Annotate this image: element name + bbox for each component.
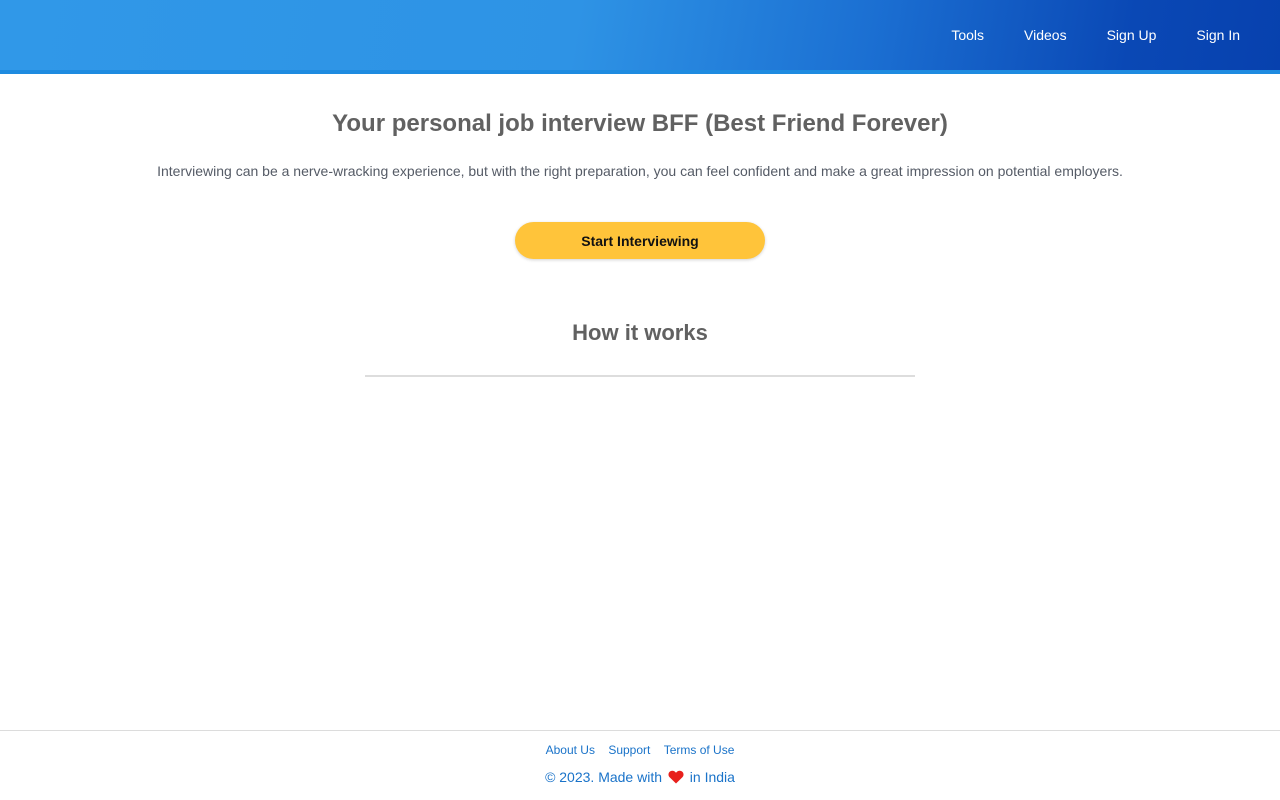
- main-nav: Tools Videos Sign Up Sign In: [911, 0, 1240, 70]
- nav-link-sign-up[interactable]: Sign Up: [1107, 27, 1157, 43]
- hero-title: Your personal job interview BFF (Best Fr…: [332, 110, 948, 137]
- nav-link-videos[interactable]: Videos: [1024, 27, 1067, 43]
- start-interviewing-button[interactable]: Start Interviewing: [515, 222, 765, 259]
- how-it-works-title: How it works: [572, 320, 708, 345]
- footer-link-support[interactable]: Support: [608, 743, 650, 757]
- footer-links: About Us Support Terms of Use: [0, 743, 1280, 757]
- section-divider: [365, 375, 915, 377]
- footer-copyright: © 2023. Made with in India: [0, 769, 1280, 785]
- hero-subtitle: Interviewing can be a nerve-wracking exp…: [157, 163, 1123, 179]
- heart-icon: [668, 770, 684, 784]
- footer-link-terms-of-use[interactable]: Terms of Use: [664, 743, 735, 757]
- top-header: Tools Videos Sign Up Sign In: [0, 0, 1280, 74]
- footer: About Us Support Terms of Use © 2023. Ma…: [0, 730, 1280, 800]
- footer-link-about-us[interactable]: About Us: [546, 743, 595, 757]
- page: Tools Videos Sign Up Sign In Your person…: [0, 0, 1280, 800]
- nav-link-sign-in[interactable]: Sign In: [1196, 27, 1240, 43]
- copyright-prefix: © 2023. Made with: [545, 769, 662, 785]
- nav-link-tools[interactable]: Tools: [951, 27, 984, 43]
- copyright-suffix: in India: [689, 769, 735, 785]
